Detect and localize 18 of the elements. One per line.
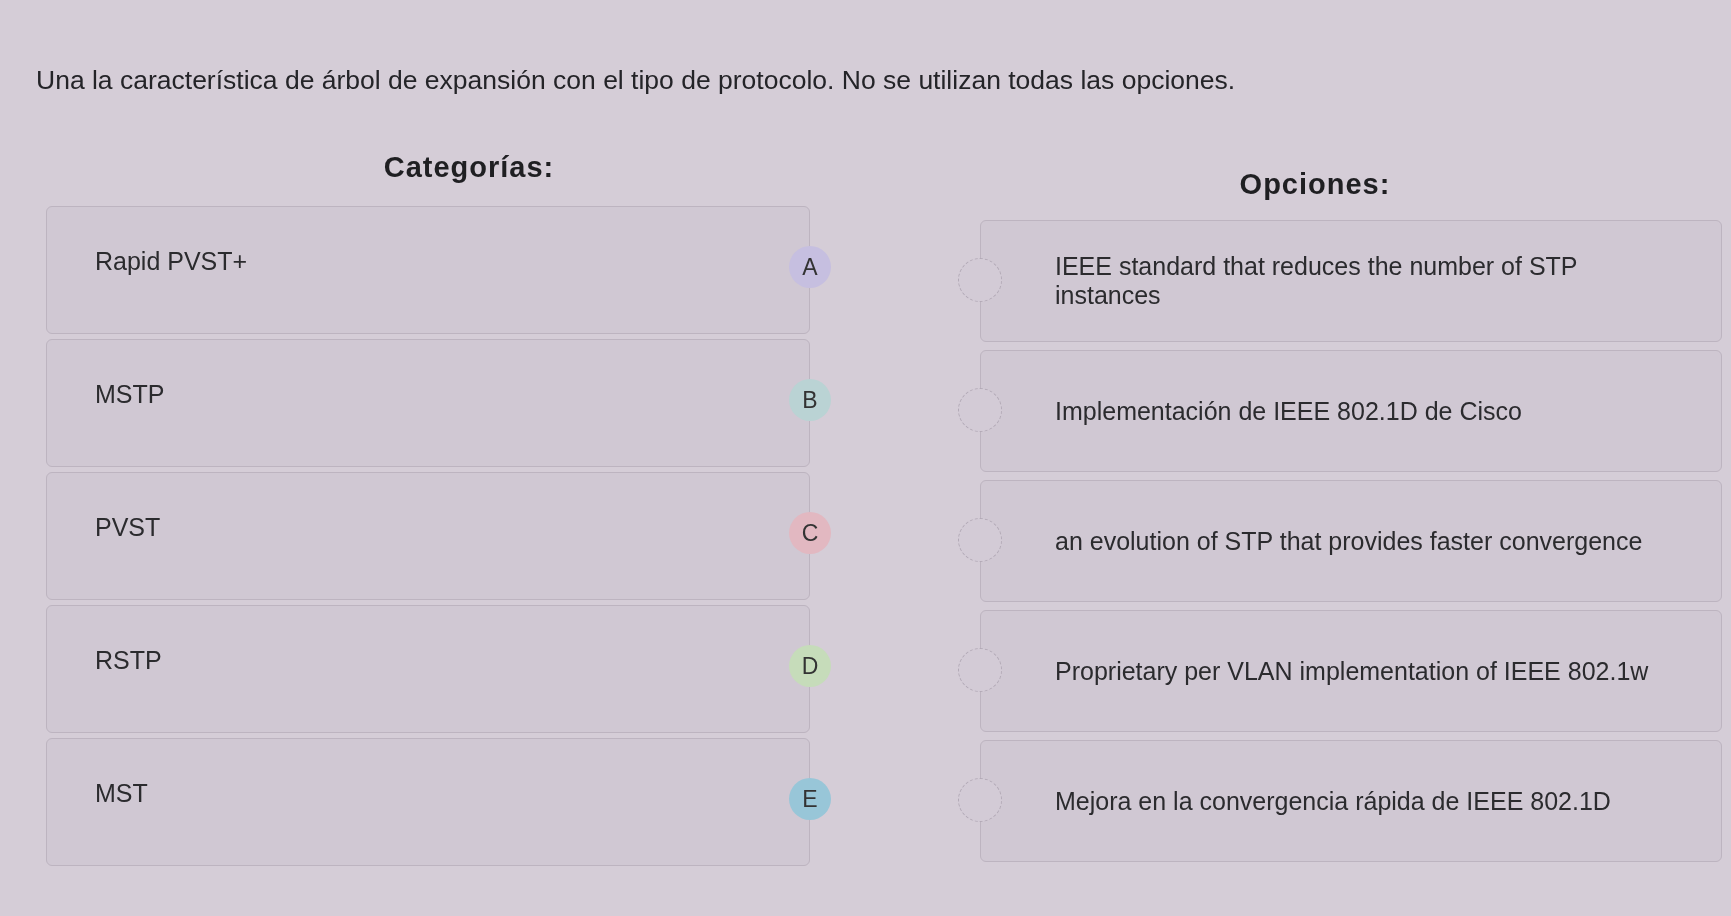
column-heading: Opciones: bbox=[1239, 168, 1391, 200]
option-text: Mejora en la convergencia rápida de IEEE 802.1D bbox=[1055, 786, 1611, 816]
instructions-text: Una la característica de árbol de expansión con el tipo de protocolo. No se utilizan todas las opciones. bbox=[36, 65, 1236, 95]
letter-badge[interactable]: A bbox=[789, 246, 831, 288]
category-label: MSTP bbox=[95, 379, 165, 409]
option-text: Implementación de IEEE 802.1D de Cisco bbox=[1055, 396, 1522, 426]
category-label: Rapid PVST+ bbox=[95, 246, 248, 276]
option-text: an evolution of STP that provides faster convergence bbox=[1055, 526, 1643, 556]
option-text: Proprietary per VLAN implementation of IEEE 802.1w bbox=[1055, 656, 1649, 686]
letter-badge[interactable]: E bbox=[789, 778, 831, 820]
letter-badge[interactable]: B bbox=[789, 379, 831, 421]
letter-badge[interactable]: D bbox=[789, 645, 831, 687]
option-text: IEEE standard that reduces the number of STP instances bbox=[1055, 252, 1579, 310]
letter-badge[interactable]: C bbox=[789, 512, 831, 554]
category-label: RSTP bbox=[95, 645, 162, 675]
column-heading: Categorías: bbox=[383, 151, 555, 183]
category-label: PVST bbox=[95, 512, 161, 542]
category-label: MST bbox=[95, 778, 148, 808]
